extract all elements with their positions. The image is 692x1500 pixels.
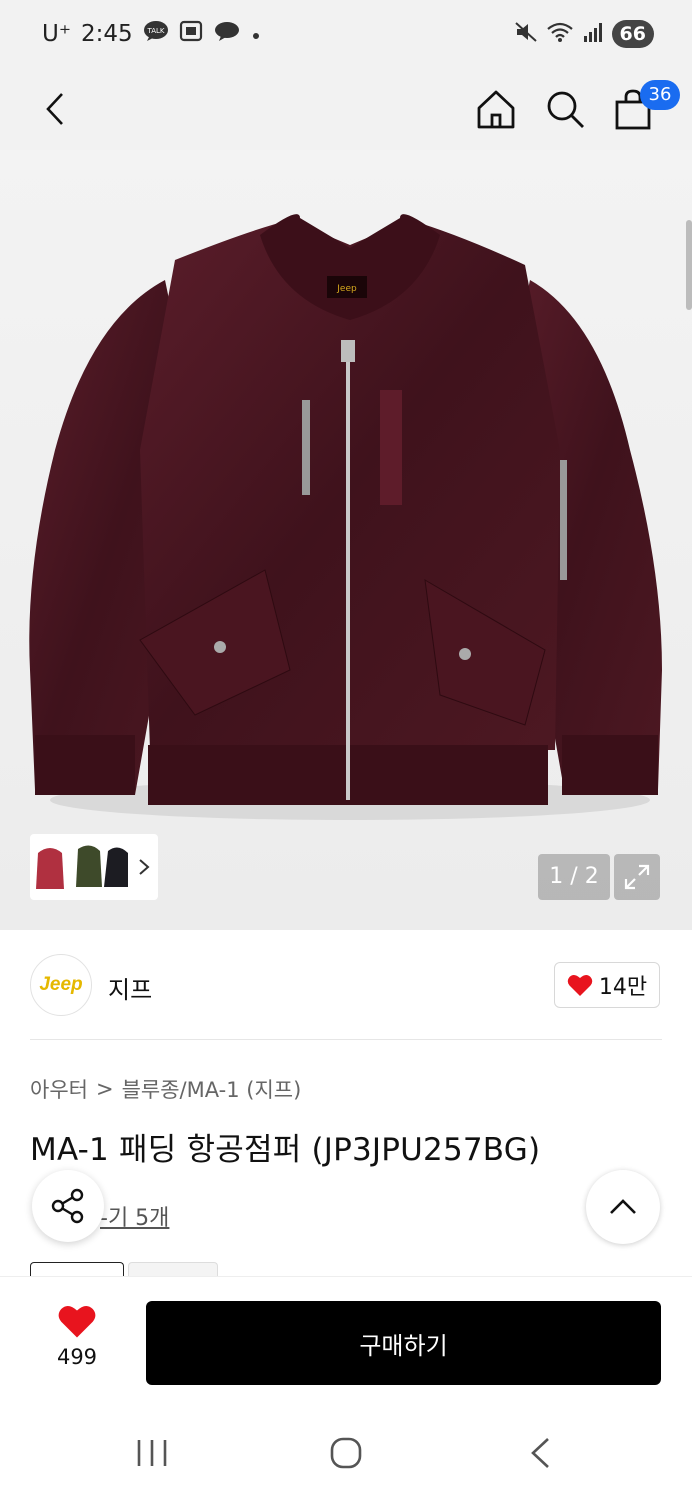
home-button[interactable] bbox=[471, 84, 521, 134]
wifi-icon bbox=[546, 21, 574, 47]
talk-notification-icon: TALK bbox=[143, 20, 169, 48]
home-circle-icon bbox=[330, 1437, 362, 1469]
wishlist-button[interactable]: 499 bbox=[40, 1303, 114, 1373]
cart-count-badge: 36 bbox=[640, 80, 680, 110]
expand-image-button[interactable] bbox=[614, 854, 660, 900]
breadcrumb-subcategory[interactable]: 블루종/MA-1 (지프) bbox=[122, 1074, 302, 1104]
purchase-bar: 499 구매하기 bbox=[0, 1276, 692, 1401]
product-image-gallery[interactable]: Jeep 1 / 2 bbox=[0, 150, 692, 930]
breadcrumb-category[interactable]: 아우터 bbox=[30, 1074, 88, 1104]
wishlist-count: 499 bbox=[56, 1345, 98, 1369]
status-left: U⁺ 2:45 TALK bbox=[42, 20, 261, 48]
back-arrow-icon bbox=[531, 1438, 549, 1468]
status-bar: U⁺ 2:45 TALK 66 bbox=[0, 0, 692, 70]
product-title: MA-1 패딩 항공점퍼 (JP3JPU257BG) bbox=[30, 1132, 541, 1168]
share-icon bbox=[51, 1188, 84, 1224]
back-button[interactable] bbox=[30, 84, 80, 134]
chat-notification-icon bbox=[213, 20, 241, 48]
status-right: 66 bbox=[514, 20, 654, 48]
page-scrollbar[interactable] bbox=[686, 220, 692, 310]
cart-button[interactable]: 36 bbox=[608, 80, 680, 134]
scroll-top-button[interactable] bbox=[586, 1170, 660, 1244]
signal-icon bbox=[582, 21, 604, 47]
color-thumbnails-button[interactable] bbox=[30, 834, 158, 900]
more-notifications-dot bbox=[251, 21, 261, 47]
chevron-up-icon bbox=[610, 1199, 636, 1214]
svg-text:Jeep: Jeep bbox=[336, 284, 357, 294]
brand-like-button[interactable]: 14만 bbox=[554, 962, 660, 1008]
app-header: 36 bbox=[0, 70, 692, 150]
svg-text:TALK: TALK bbox=[146, 27, 164, 35]
product-detail-page: U⁺ 2:45 TALK 66 36 Jeep 1 / 2 Jeep 지프 14… bbox=[0, 0, 692, 1500]
screenshot-notification-icon bbox=[179, 20, 203, 48]
expand-icon bbox=[624, 864, 650, 890]
carrier-label: U⁺ bbox=[42, 21, 71, 47]
back-nav-button[interactable] bbox=[510, 1431, 570, 1475]
heart-icon bbox=[567, 974, 593, 996]
mute-icon bbox=[514, 21, 538, 47]
brand-logo-text: Jeep bbox=[39, 974, 83, 995]
recent-apps-icon bbox=[137, 1440, 167, 1466]
buy-button[interactable]: 구매하기 bbox=[146, 1301, 661, 1385]
divider bbox=[30, 1039, 662, 1040]
product-image-jacket: Jeep bbox=[29, 214, 662, 820]
brand-name[interactable]: 지프 bbox=[108, 970, 152, 1005]
image-counter: 1 / 2 bbox=[538, 854, 610, 900]
clock: 2:45 bbox=[80, 21, 133, 47]
search-button[interactable] bbox=[540, 84, 590, 134]
search-icon bbox=[547, 91, 584, 128]
brand-row: Jeep 지프 14만 bbox=[0, 930, 692, 1040]
brand-like-count: 14만 bbox=[598, 975, 648, 1000]
home-icon bbox=[477, 90, 515, 129]
chevron-left-icon bbox=[46, 93, 63, 125]
color-variant-thumbnails bbox=[36, 845, 128, 889]
chevron-right-icon bbox=[139, 859, 150, 875]
share-button[interactable] bbox=[32, 1170, 104, 1242]
battery-indicator: 66 bbox=[611, 20, 654, 48]
brand-logo[interactable]: Jeep bbox=[30, 954, 92, 1016]
breadcrumb: 아우터 > 블루종/MA-1 (지프) bbox=[30, 1074, 301, 1104]
heart-icon bbox=[58, 1305, 96, 1338]
recent-apps-button[interactable] bbox=[122, 1431, 182, 1475]
review-count-link[interactable]: -기 5개 bbox=[100, 1200, 169, 1232]
breadcrumb-separator: > bbox=[95, 1077, 114, 1101]
home-nav-button[interactable] bbox=[316, 1431, 376, 1475]
system-nav-bar bbox=[0, 1401, 692, 1500]
